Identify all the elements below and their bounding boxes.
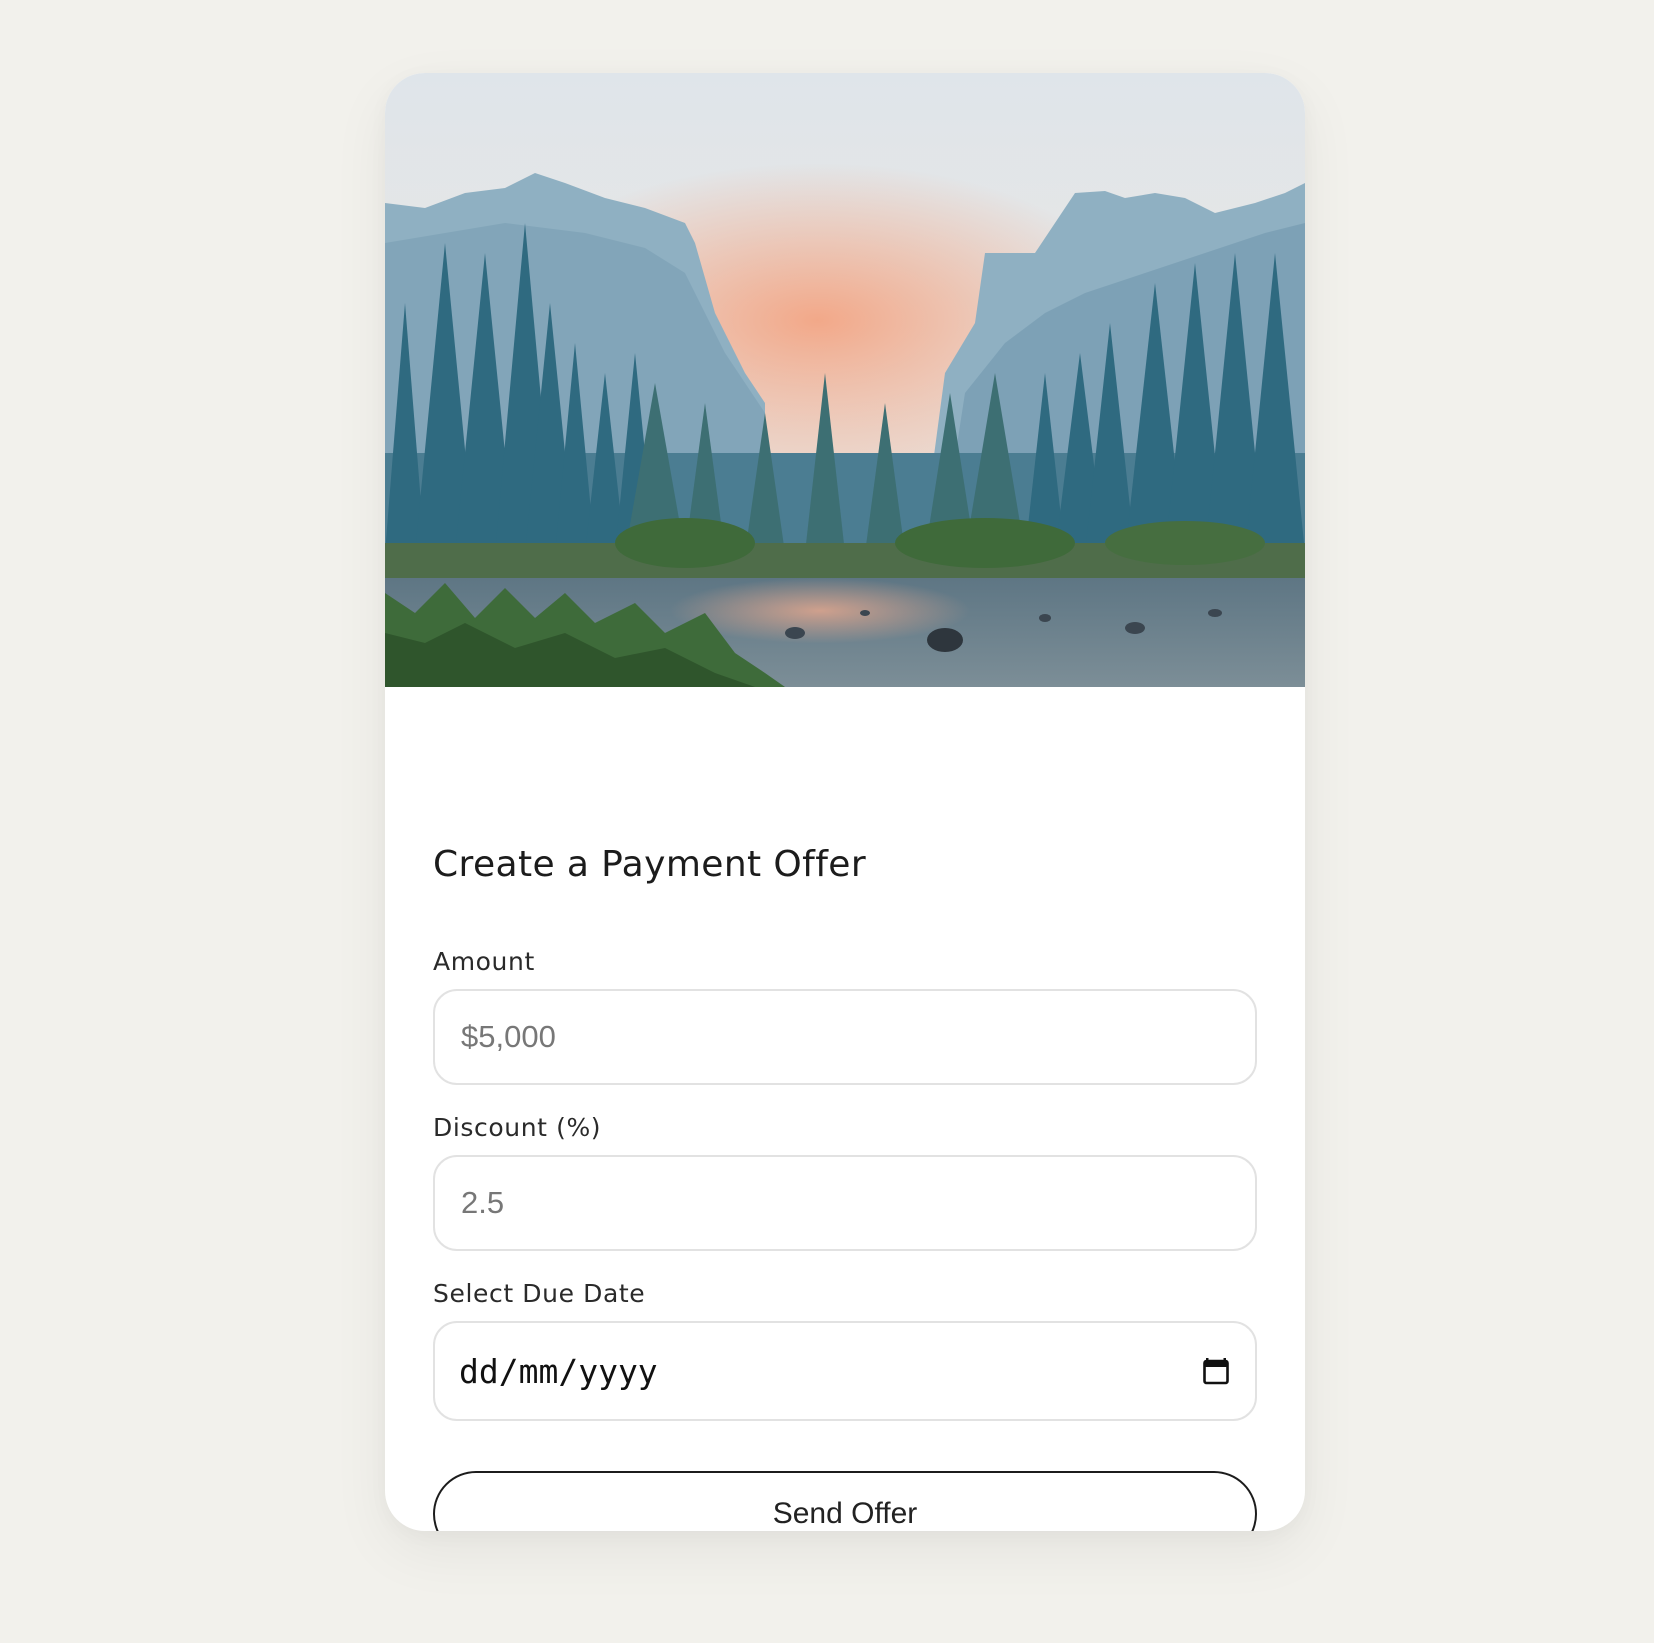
landscape-image: [385, 73, 1305, 687]
due-date-field[interactable]: dd/mm/yyyy: [433, 1321, 1257, 1421]
discount-input[interactable]: [459, 1184, 1231, 1222]
discount-label: Discount (%): [433, 1113, 602, 1142]
due-date-label: Select Due Date: [433, 1279, 646, 1308]
amount-label: Amount: [433, 947, 535, 976]
discount-field[interactable]: [433, 1155, 1257, 1251]
form-title: Create a Payment Offer: [433, 844, 867, 885]
payment-offer-card: Create a Payment Offer Amount Discount (…: [385, 73, 1305, 1531]
send-offer-button[interactable]: Send Offer: [433, 1471, 1257, 1531]
amount-field[interactable]: [433, 989, 1257, 1085]
amount-input[interactable]: [459, 1018, 1231, 1056]
due-date-input[interactable]: dd/mm/yyyy: [459, 1352, 1201, 1391]
calendar-icon[interactable]: [1201, 1356, 1231, 1386]
